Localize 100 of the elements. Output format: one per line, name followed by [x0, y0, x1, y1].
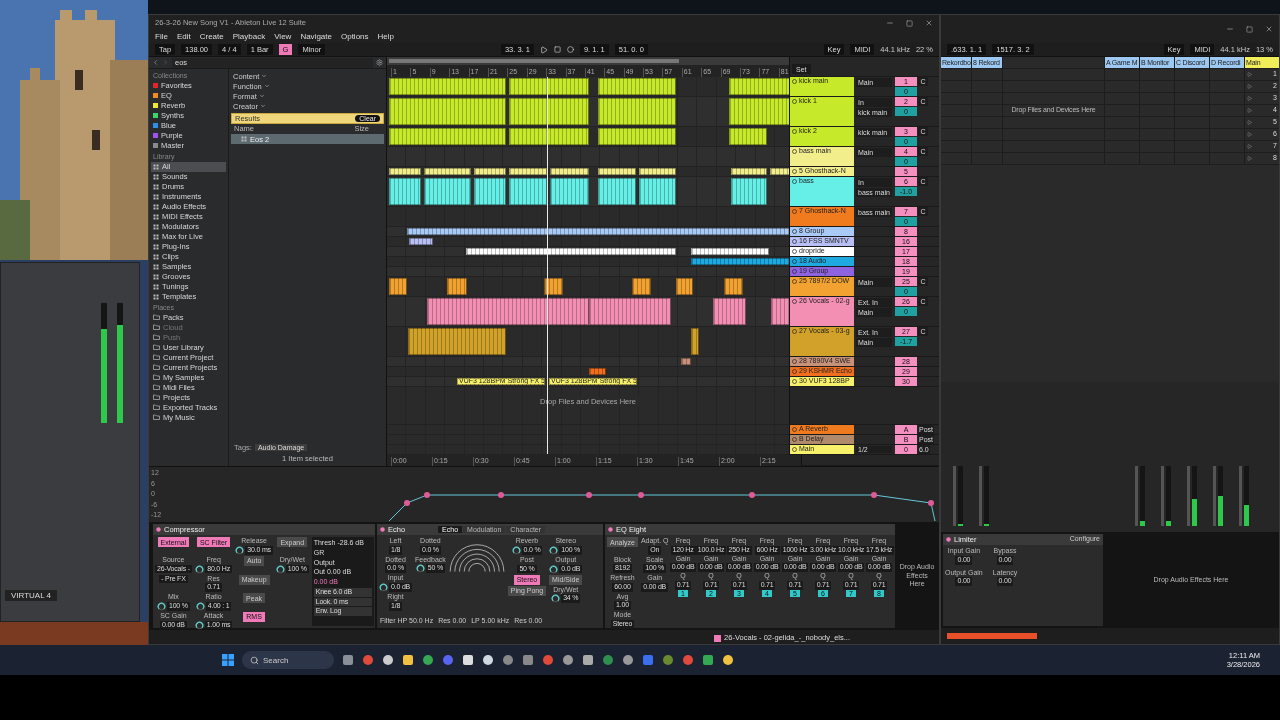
knob[interactable] — [195, 564, 205, 574]
close-icon[interactable] — [925, 19, 933, 27]
clip[interactable] — [770, 168, 789, 175]
minimize-icon[interactable] — [1226, 25, 1234, 33]
clip[interactable] — [550, 178, 589, 205]
clip[interactable] — [731, 178, 767, 205]
scene-launch-icon[interactable] — [1247, 72, 1252, 77]
knob[interactable] — [194, 620, 204, 630]
clip[interactable] — [729, 128, 767, 145]
knob[interactable] — [549, 545, 559, 555]
clip[interactable] — [639, 168, 676, 175]
clip[interactable] — [389, 168, 421, 175]
scene-launch-icon[interactable] — [1247, 120, 1252, 125]
clip-slot[interactable] — [1210, 69, 1244, 80]
clip[interactable] — [389, 278, 407, 295]
app-icon[interactable] — [402, 654, 414, 666]
clip[interactable] — [724, 278, 743, 295]
clip[interactable] — [729, 78, 789, 95]
clip[interactable] — [389, 98, 506, 125]
clip-slot[interactable] — [941, 93, 971, 104]
scene-launch-icon[interactable] — [1247, 132, 1252, 137]
knob[interactable] — [549, 564, 559, 574]
scene-launch-icon[interactable] — [1247, 84, 1252, 89]
clip-slot[interactable] — [941, 153, 971, 164]
app-icon[interactable] — [482, 654, 494, 666]
clip[interactable] — [409, 238, 433, 245]
search-box[interactable]: Search — [242, 651, 334, 669]
app-icon[interactable] — [702, 654, 714, 666]
activator-icon[interactable] — [792, 149, 797, 154]
clip[interactable] — [389, 178, 421, 205]
clip-slot[interactable] — [941, 129, 971, 140]
clip-slot[interactable] — [1105, 69, 1139, 80]
knob[interactable] — [235, 545, 245, 555]
clip-slot[interactable] — [1175, 69, 1209, 80]
clip[interactable] — [424, 168, 471, 175]
clip-slot[interactable] — [941, 117, 971, 128]
clip[interactable] — [691, 258, 789, 265]
scene-launch-icon[interactable] — [1247, 96, 1252, 101]
clip[interactable] — [509, 128, 589, 145]
menu-item[interactable]: Options — [340, 32, 369, 42]
clip[interactable] — [424, 178, 471, 205]
clip[interactable] — [509, 178, 547, 205]
app-icon[interactable] — [722, 654, 734, 666]
settings-icon[interactable] — [376, 59, 383, 66]
app-icon[interactable] — [562, 654, 574, 666]
clip-slot[interactable] — [972, 69, 1002, 80]
clip[interactable] — [676, 278, 693, 295]
power-icon[interactable] — [156, 527, 161, 532]
scene-launch-icon[interactable] — [1247, 156, 1252, 161]
app-icon[interactable] — [462, 654, 474, 666]
clip[interactable] — [713, 298, 746, 325]
clip[interactable] — [691, 248, 769, 255]
clip[interactable] — [407, 228, 789, 235]
clip[interactable] — [589, 298, 671, 325]
clip[interactable] — [598, 168, 636, 175]
activator-icon[interactable] — [792, 129, 797, 134]
power-icon[interactable] — [946, 537, 951, 542]
knob[interactable] — [511, 545, 521, 555]
back-icon[interactable] — [152, 59, 159, 66]
stop-icon[interactable] — [553, 46, 561, 53]
app-icon[interactable] — [382, 654, 394, 666]
clip-slot[interactable] — [941, 69, 971, 80]
knob[interactable] — [379, 583, 388, 592]
menu-item[interactable]: Edit — [176, 32, 191, 42]
clip[interactable] — [408, 328, 506, 355]
clip[interactable] — [598, 128, 676, 145]
activator-icon[interactable] — [792, 79, 797, 84]
clip-slot[interactable] — [941, 81, 971, 92]
maximize-icon[interactable] — [1246, 25, 1253, 33]
app-icon[interactable] — [422, 654, 434, 666]
menu-item[interactable]: Help — [377, 32, 394, 42]
clip-slot[interactable] — [1140, 69, 1174, 80]
clip[interactable] — [550, 168, 589, 175]
clip[interactable] — [509, 98, 589, 125]
knob[interactable] — [415, 564, 425, 574]
clip[interactable] — [544, 278, 563, 295]
menu-item[interactable]: Playback — [232, 32, 266, 42]
knob[interactable] — [275, 564, 285, 574]
maximize-icon[interactable] — [906, 19, 913, 27]
power-icon[interactable] — [380, 527, 385, 532]
clip[interactable] — [466, 248, 676, 255]
activator-icon[interactable] — [792, 209, 797, 214]
windows-logo-icon[interactable] — [222, 654, 234, 666]
knob[interactable] — [157, 601, 166, 611]
scene-launch-icon[interactable] — [1247, 108, 1252, 113]
clip[interactable] — [729, 98, 789, 125]
activator-icon[interactable] — [792, 99, 797, 104]
clip-slot[interactable] — [941, 105, 971, 116]
play-icon[interactable] — [539, 45, 548, 54]
activator-icon[interactable] — [792, 329, 797, 334]
activator-icon[interactable] — [792, 299, 797, 304]
knob[interactable] — [195, 601, 205, 611]
clip[interactable] — [427, 298, 589, 325]
power-icon[interactable] — [608, 527, 613, 532]
clip[interactable] — [589, 368, 606, 375]
scene-launch-icon[interactable] — [1247, 144, 1252, 149]
menu-item[interactable]: File — [155, 32, 168, 42]
clip[interactable] — [389, 128, 506, 145]
clip[interactable] — [598, 178, 636, 205]
clip[interactable] — [447, 278, 467, 295]
